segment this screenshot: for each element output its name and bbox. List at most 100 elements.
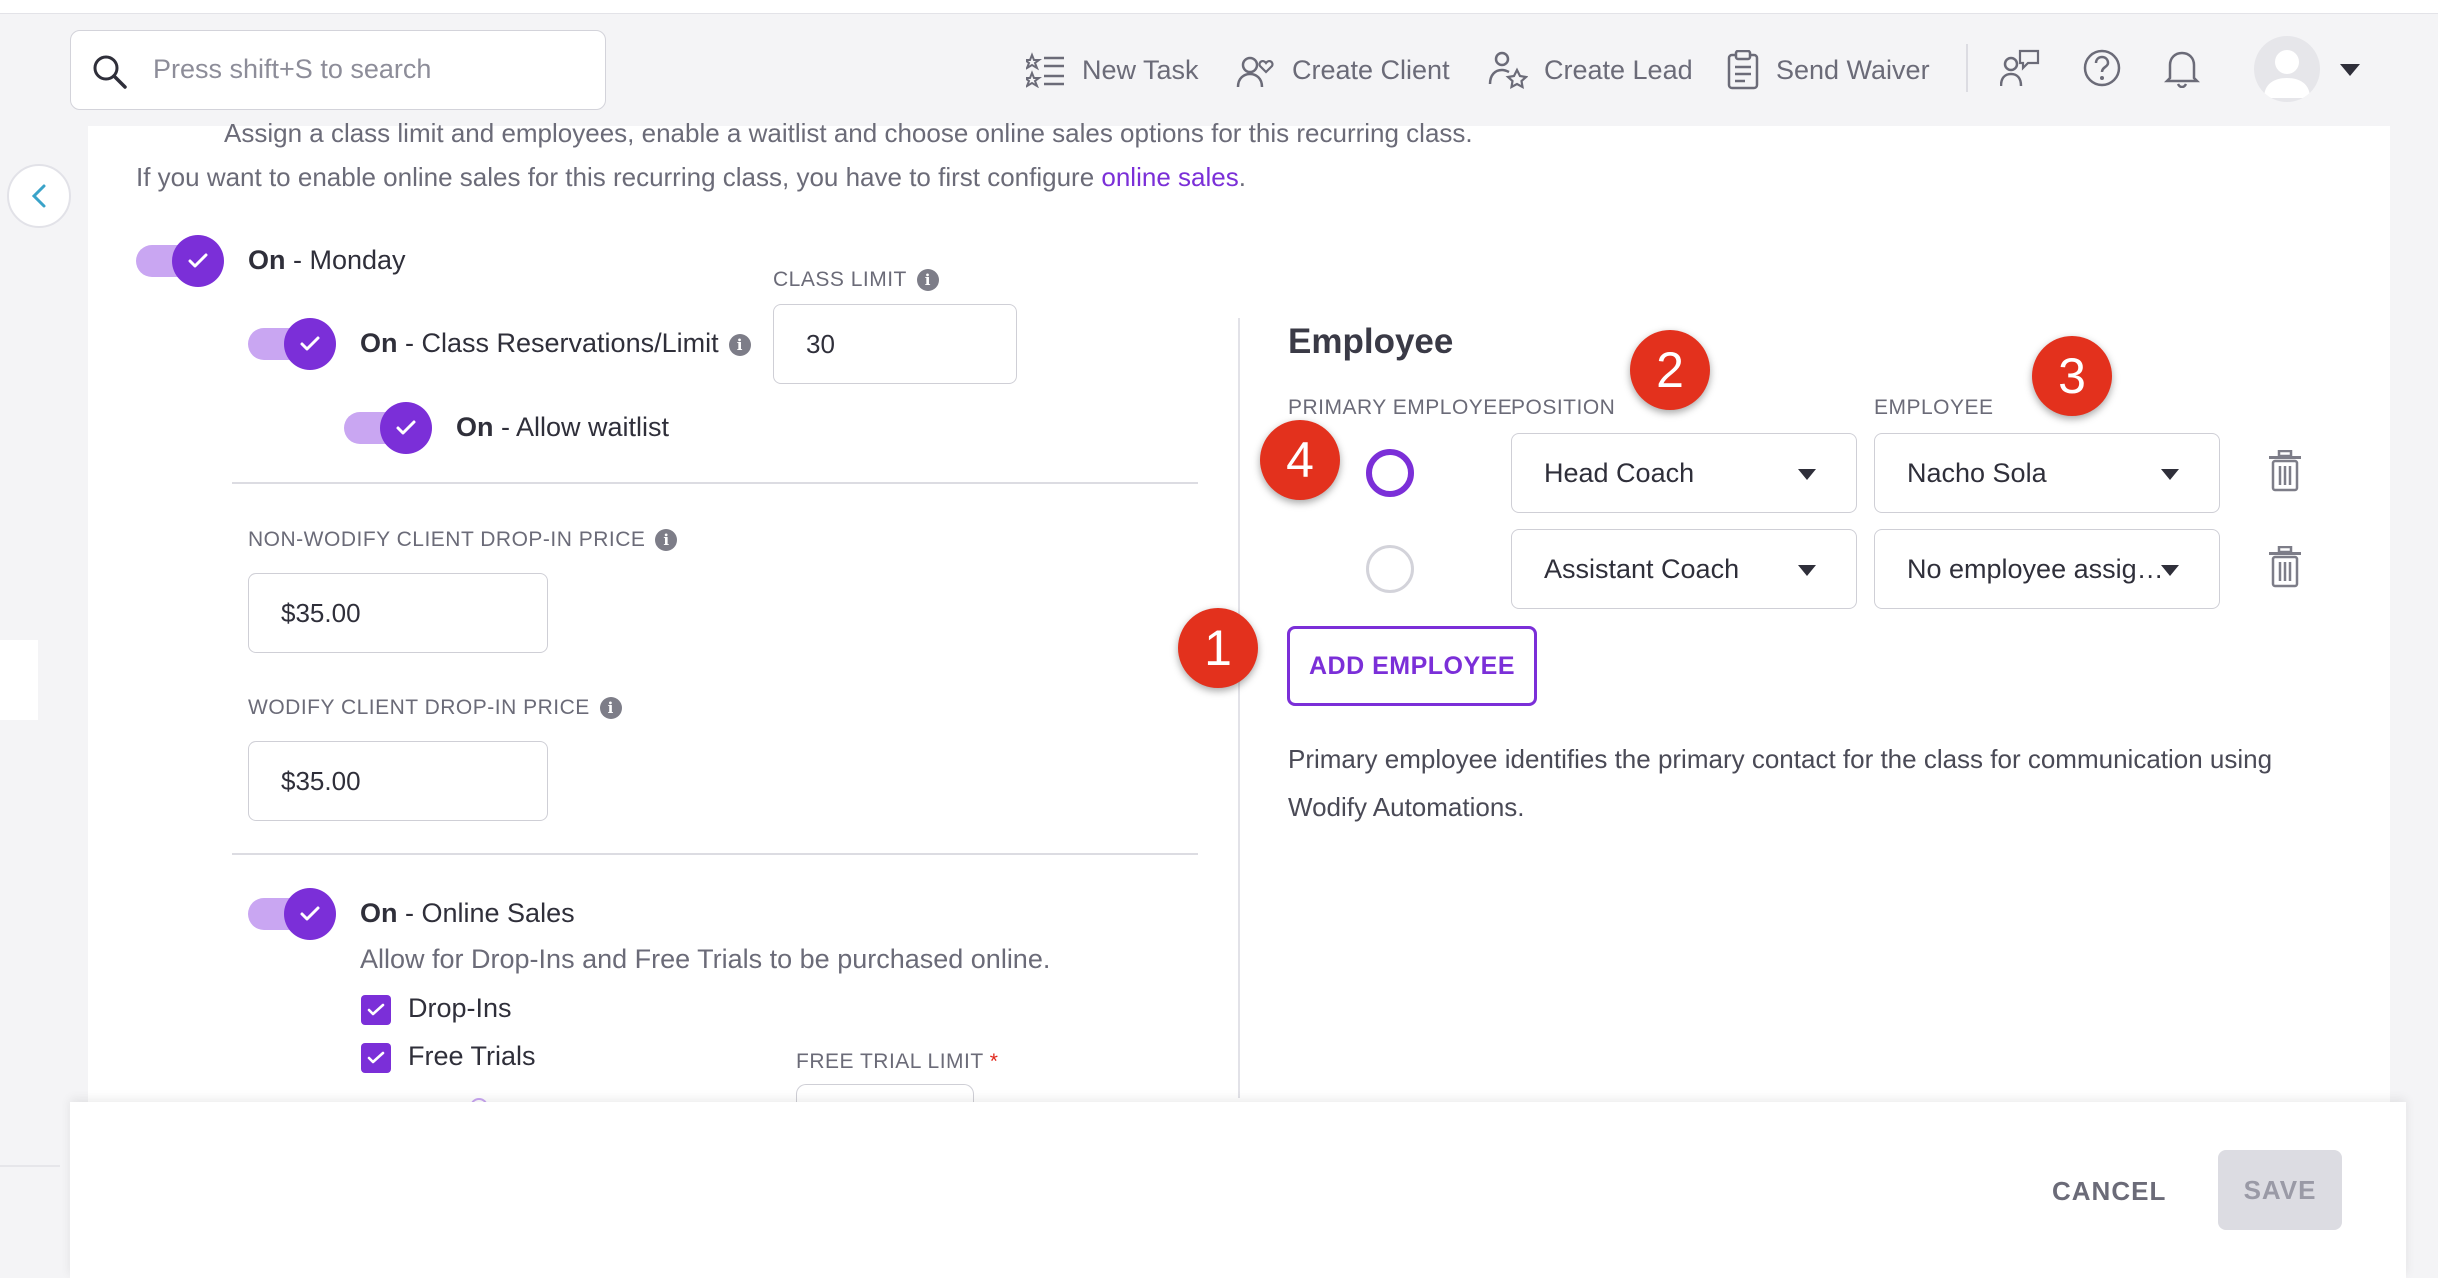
- create-client-label: Create Client: [1292, 54, 1450, 85]
- window-top-edge: [0, 0, 2438, 14]
- send-waiver-label: Send Waiver: [1776, 54, 1930, 85]
- dropins-label: Drop-Ins: [408, 993, 512, 1023]
- dropins-checkbox[interactable]: [361, 995, 391, 1025]
- send-waiver-button[interactable]: Send Waiver: [1726, 48, 1930, 92]
- class-reservations-toggle-label: On - Class Reservations/Limit i: [360, 328, 751, 359]
- check-icon: [300, 336, 320, 351]
- free-trial-limit-label-text: FREE TRIAL LIMIT: [796, 1050, 984, 1073]
- trash-icon[interactable]: [2268, 546, 2302, 588]
- position-select-1[interactable]: Head Coach: [1511, 433, 1857, 513]
- info-icon[interactable]: i: [599, 697, 622, 720]
- toggle-knob: [284, 318, 336, 370]
- save-button[interactable]: SAVE: [2218, 1150, 2342, 1230]
- employee-select-1[interactable]: Nacho Sola: [1874, 433, 2220, 513]
- feedback-icon[interactable]: [2000, 48, 2040, 88]
- help-icon[interactable]: [2082, 48, 2122, 88]
- wodify-price-label-text: WODIFY CLIENT DROP-IN PRICE: [248, 696, 590, 719]
- chevron-down-icon: [2161, 469, 2179, 480]
- info-icon[interactable]: i: [655, 529, 678, 552]
- add-employee-button[interactable]: ADD EMPLOYEE: [1287, 626, 1537, 706]
- monday-label: - Monday: [285, 245, 406, 275]
- task-list-icon: [1026, 52, 1064, 88]
- search-input[interactable]: [153, 49, 583, 89]
- position-select-2[interactable]: Assistant Coach: [1511, 529, 1857, 609]
- info-icon[interactable]: i: [728, 333, 751, 356]
- column-divider: [1238, 318, 1240, 1098]
- primary-employee-note-line1: Primary employee identifies the primary …: [1288, 744, 2273, 774]
- wodify-price-value: $35.00: [281, 765, 361, 796]
- class-reservations-toggle[interactable]: [248, 318, 336, 370]
- new-task-label: New Task: [1082, 54, 1199, 85]
- user-star-icon: [1488, 51, 1528, 90]
- online-sales-label: - Online Sales: [397, 898, 575, 928]
- check-icon: [300, 906, 320, 921]
- allow-waitlist-toggle[interactable]: [344, 402, 432, 454]
- class-limit-input[interactable]: 30: [773, 304, 1017, 384]
- employee-select-2[interactable]: No employee assigned: [1874, 529, 2220, 609]
- sidebar-edge: [0, 640, 38, 720]
- chevron-left-icon: [31, 184, 46, 208]
- callout-marker-3: 3: [2032, 336, 2112, 416]
- create-client-button[interactable]: Create Client: [1236, 48, 1450, 92]
- employee-select-1-value: Nacho Sola: [1907, 457, 2047, 488]
- non-wodify-price-value: $35.00: [281, 597, 361, 628]
- clipboard-icon: [1727, 50, 1759, 90]
- chevron-down-icon: [1798, 565, 1816, 576]
- cancel-button[interactable]: CANCEL: [2052, 1176, 2166, 1207]
- non-wodify-price-input[interactable]: $35.00: [248, 573, 548, 653]
- check-icon: [367, 1051, 385, 1064]
- monday-toggle-label: On - Monday: [248, 245, 406, 276]
- top-bar: New Task Create Client Create Lead Send …: [0, 14, 2438, 126]
- sidebar-divider: [0, 1165, 60, 1167]
- online-sales-description: Allow for Drop-Ins and Free Trials to be…: [360, 944, 1051, 974]
- user-heart-icon: [1236, 56, 1274, 88]
- trash-icon[interactable]: [2268, 450, 2302, 492]
- employee-section-title: Employee: [1288, 322, 1454, 361]
- reservations-state: On: [360, 328, 398, 358]
- monday-toggle[interactable]: [136, 235, 224, 287]
- position-column-header: POSITION: [1511, 396, 1616, 419]
- account-menu-chevron-down-icon[interactable]: [2340, 64, 2360, 76]
- non-wodify-price-label: NON-WODIFY CLIENT DROP-IN PRICE i: [248, 528, 678, 552]
- primary-employee-radio-1[interactable]: [1366, 449, 1414, 497]
- info-icon[interactable]: i: [916, 269, 939, 292]
- search-box[interactable]: [70, 30, 606, 110]
- wodify-price-label: WODIFY CLIENT DROP-IN PRICE i: [248, 696, 622, 720]
- header-divider: [1966, 44, 1968, 92]
- reservations-label: - Class Reservations/Limit: [397, 328, 719, 358]
- position-select-1-value: Head Coach: [1544, 457, 1695, 488]
- waitlist-state: On: [456, 412, 494, 442]
- chevron-down-icon: [1798, 469, 1816, 480]
- monday-state: On: [248, 245, 286, 275]
- wodify-price-input[interactable]: $35.00: [248, 741, 548, 821]
- collapse-sidebar-button[interactable]: [7, 164, 71, 228]
- non-wodify-price-label-text: NON-WODIFY CLIENT DROP-IN PRICE: [248, 528, 646, 551]
- class-limit-label: CLASS LIMIT i: [773, 268, 939, 292]
- free-trials-label: Free Trials: [408, 1041, 536, 1071]
- intro-line2-prefix: If you want to enable online sales for t…: [136, 162, 1102, 192]
- bell-icon[interactable]: [2164, 48, 2200, 88]
- create-lead-button[interactable]: Create Lead: [1488, 48, 1693, 92]
- free-trial-limit-label: FREE TRIAL LIMIT *: [796, 1050, 998, 1074]
- toggle-knob: [284, 888, 336, 940]
- check-icon: [188, 253, 208, 268]
- employee-select-2-value: No employee assigned: [1907, 553, 2177, 584]
- toggle-knob: [172, 235, 224, 287]
- online-sales-link[interactable]: online sales: [1101, 162, 1238, 192]
- chevron-down-icon: [2161, 565, 2179, 576]
- create-lead-label: Create Lead: [1544, 54, 1693, 85]
- intro-line2-suffix: .: [1238, 162, 1246, 192]
- online-sales-toggle[interactable]: [248, 888, 336, 940]
- check-icon: [367, 1003, 385, 1016]
- intro-text-line1: Assign a class limit and employees, enab…: [224, 118, 1473, 148]
- primary-employee-note-line2: Wodify Automations.: [1288, 792, 1525, 822]
- position-select-2-value: Assistant Coach: [1544, 553, 1740, 584]
- new-task-button[interactable]: New Task: [1026, 48, 1199, 92]
- primary-employee-radio-2[interactable]: [1366, 545, 1414, 593]
- class-limit-label-text: CLASS LIMIT: [773, 268, 907, 291]
- avatar[interactable]: [2254, 36, 2320, 102]
- callout-marker-1: 1: [1178, 608, 1258, 688]
- free-trials-checkbox[interactable]: [361, 1043, 391, 1073]
- callout-marker-2: 2: [1630, 330, 1710, 410]
- online-sales-state: On: [360, 898, 398, 928]
